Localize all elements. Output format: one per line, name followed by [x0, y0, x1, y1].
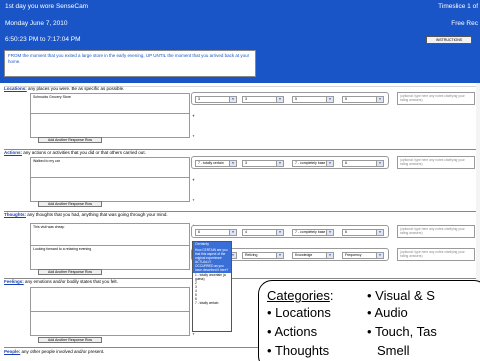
chevron-down-icon: ▼	[376, 253, 383, 258]
dropdown-question: How CERTAIN are you that this aspect of …	[193, 247, 231, 273]
certainty-dropdown-menu[interactable]: Certainty How CERTAIN are you that this …	[192, 241, 232, 332]
knowledge-select[interactable]: 7 - completely base ▼	[292, 229, 334, 236]
dropdown-option[interactable]: 1 - totally uncertain (a guess)	[193, 273, 231, 281]
frequency-select[interactable]: 6 ▼	[342, 160, 384, 167]
timeslice-prompt: FROM the moment that you exited a large …	[4, 50, 256, 77]
category-item: • Actions	[267, 324, 318, 339]
categories-title: Categories:	[267, 288, 334, 303]
chevron-down-icon: ▼	[229, 97, 236, 102]
reliving-select[interactable]: Reliving ▼	[242, 252, 284, 259]
chevron-down-icon: ▼	[376, 97, 383, 102]
category-item: • Visual & S	[367, 288, 435, 303]
add-location-row-button[interactable]: Add Another Response Row	[38, 137, 102, 143]
actions-note[interactable]: (optional: type here any notes clarifyin…	[397, 156, 475, 169]
free-recall-label: Free Rec	[451, 20, 478, 27]
dropdown-option[interactable]: 7 - totally certain	[193, 301, 231, 305]
feelings-response-2[interactable]	[30, 311, 190, 336]
actions-heading: Actions: any actions or activities that …	[4, 150, 146, 155]
thoughts-heading: Thoughts: any thoughts that you had, any…	[4, 212, 168, 217]
chevron-down-icon: ▼	[276, 97, 283, 102]
instructions-button[interactable]: INSTRUCTIONS	[426, 36, 472, 44]
category-item: Smell	[377, 343, 410, 358]
thoughts-rating-row-1: 6 ▼ 4 ▼ 7 - completely base ▼ 6 ▼	[191, 225, 389, 238]
feelings-heading: Feelings: any emotions and/or bodily sta…	[4, 279, 118, 284]
header-bar: 1st day you wore SenseCam Monday June 7,…	[0, 0, 480, 83]
certainty-select[interactable]: 7 - totally certain ▼	[195, 160, 237, 167]
chevron-down-icon: ▼	[229, 230, 236, 235]
category-item: • Locations	[267, 305, 331, 320]
knowledge-select[interactable]: 5 ▼	[292, 96, 334, 103]
chevron-down-icon: ▼	[326, 253, 333, 258]
reliving-select[interactable]: 4 ▼	[242, 229, 284, 236]
reliving-select[interactable]: 3 ▼	[242, 96, 284, 103]
feelings-response-1[interactable]	[30, 287, 190, 312]
chevron-down-icon: ▼	[276, 161, 283, 166]
add-action-row-button[interactable]: Add Another Response Row	[38, 201, 102, 207]
locations-response-2[interactable]	[30, 113, 190, 138]
add-feeling-row-button[interactable]: Add Another Response Row	[38, 337, 102, 343]
certainty-select[interactable]: 6 ▼	[195, 229, 237, 236]
scroll-arrows-icon[interactable]	[192, 177, 197, 202]
categories-callout: Categories: • Locations • Actions • Thou…	[258, 280, 480, 361]
locations-note[interactable]: (optional: type here any notes clarifyin…	[397, 92, 475, 105]
frequency-select[interactable]: Frequency ▼	[342, 252, 384, 259]
frequency-select[interactable]: 5 ▼	[342, 96, 384, 103]
locations-rating-row: 3 ▼ 3 ▼ 5 ▼ 5 ▼	[191, 92, 389, 105]
chevron-down-icon: ▼	[326, 230, 333, 235]
certainty-select[interactable]: 3 ▼	[195, 96, 237, 103]
knowledge-select[interactable]: 7 - completely base ▼	[292, 160, 334, 167]
people-heading: People: any other people involved and/or…	[4, 349, 105, 354]
scroll-arrows-icon[interactable]	[192, 113, 197, 138]
session-date: Monday June 7, 2010	[5, 20, 68, 27]
frequency-select[interactable]: 6 ▼	[342, 229, 384, 236]
category-item: • Audio	[367, 305, 408, 320]
session-time-range: 6:50:23 PM to 7:17:04 PM	[5, 36, 81, 43]
reliving-select[interactable]: 3 ▼	[242, 160, 284, 167]
chevron-down-icon: ▼	[326, 161, 333, 166]
locations-heading: Locations: any places you were. Be as sp…	[4, 86, 125, 91]
thoughts-response-2[interactable]: Looking forward to a relaxing evening	[30, 245, 190, 270]
thoughts-note-1[interactable]: (optional: type here any notes clarifyin…	[397, 225, 475, 238]
chevron-down-icon: ▼	[326, 97, 333, 102]
chevron-down-icon: ▼	[276, 253, 283, 258]
knowledge-select[interactable]: Knowledge ▼	[292, 252, 334, 259]
session-title: 1st day you wore SenseCam	[5, 3, 89, 10]
category-item: • Touch, Tas	[367, 324, 437, 339]
thoughts-note-2[interactable]: (optional: type here any notes clarifyin…	[397, 248, 475, 261]
chevron-down-icon: ▼	[376, 161, 383, 166]
chevron-down-icon: ▼	[229, 161, 236, 166]
actions-rating-row: 7 - totally certain ▼ 3 ▼ 7 - completely b…	[191, 156, 389, 169]
actions-response-2[interactable]	[30, 177, 190, 202]
chevron-down-icon: ▼	[376, 230, 383, 235]
timeslice-counter: Timeslice 1 of	[438, 3, 478, 10]
add-thought-row-button[interactable]: Add Another Response Row	[38, 269, 102, 275]
chevron-down-icon: ▼	[276, 230, 283, 235]
category-item: • Thoughts	[267, 343, 330, 358]
